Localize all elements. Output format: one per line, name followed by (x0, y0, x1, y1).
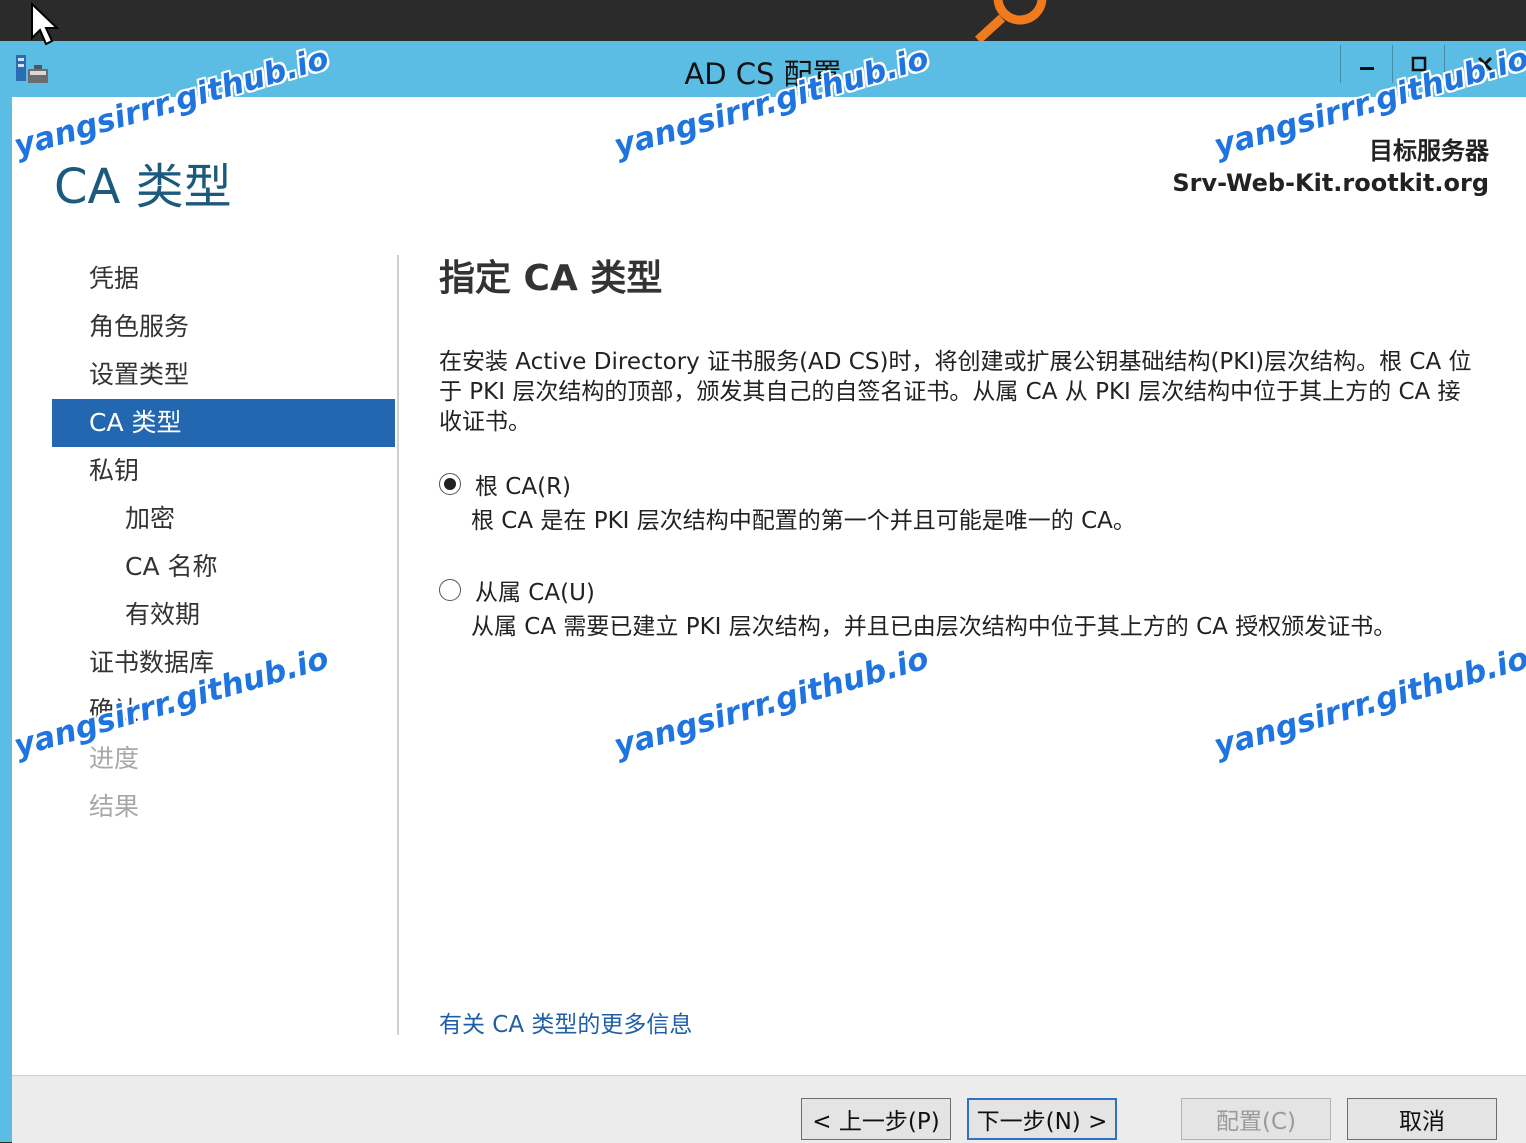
nav-item-credentials[interactable]: 凭据 (52, 255, 395, 303)
nav-item-role-services[interactable]: 角色服务 (52, 303, 395, 351)
nav-item-cryptography[interactable]: 加密 (52, 495, 395, 543)
ca-type-description: 在安装 Active Directory 证书服务(AD CS)时，将创建或扩展… (439, 349, 1472, 435)
nav-divider (397, 255, 399, 1035)
title-bar[interactable]: AD CS 配置 (0, 41, 1526, 97)
ad-cs-config-window: AD CS 配置 CA 类型 目标服务器 Srv-Web-Kit.rootkit… (0, 41, 1526, 1143)
radio-selected-dot (444, 478, 456, 490)
close-button[interactable] (1444, 45, 1525, 83)
nav-item-confirmation[interactable]: 确认 (52, 687, 395, 735)
minimize-button[interactable] (1340, 45, 1393, 83)
more-info-link[interactable]: 有关 CA 类型的更多信息 (439, 1005, 692, 1039)
subordinate-ca-option[interactable]: 从属 CA(U) (439, 573, 1499, 607)
maximize-icon (1411, 56, 1427, 72)
configure-button: 配置(C) (1181, 1098, 1331, 1140)
content-pane: 指定 CA 类型 在安装 Active Directory 证书服务(AD CS… (439, 255, 1499, 643)
nav-item-ca-type[interactable]: CA 类型 (52, 399, 395, 447)
minimize-icon (1360, 67, 1374, 70)
nav-item-ca-name[interactable]: CA 名称 (52, 543, 395, 591)
root-ca-option[interactable]: 根 CA(R) (439, 467, 1499, 501)
root-ca-label[interactable]: 根 CA(R) (475, 467, 571, 501)
search-icon (974, 0, 1047, 42)
subordinate-ca-description: 从属 CA 需要已建立 PKI 层次结构，并且已由层次结构中位于其上方的 CA … (471, 614, 1397, 640)
wizard-footer: < 上一步(P) 下一步(N) > 配置(C) 取消 (12, 1075, 1526, 1143)
root-ca-description: 根 CA 是在 PKI 层次结构中配置的第一个并且可能是唯一的 CA。 (471, 508, 1136, 534)
wizard-nav: 凭据 角色服务 设置类型 CA 类型 私钥 加密 CA 名称 有效期 证书数据库… (52, 255, 396, 831)
next-button[interactable]: 下一步(N) > (967, 1098, 1117, 1140)
nav-item-progress: 进度 (89, 744, 140, 773)
mouse-cursor-icon (31, 2, 60, 46)
nav-item-setup-type[interactable]: 设置类型 (52, 351, 395, 399)
nav-item-validity-period[interactable]: 有效期 (52, 591, 395, 639)
close-icon (1477, 56, 1493, 72)
nav-item-certificate-database[interactable]: 证书数据库 (52, 639, 395, 687)
nav-item-private-key[interactable]: 私钥 (52, 447, 395, 495)
target-server-name: Srv-Web-Kit.rootkit.org (1172, 169, 1489, 197)
nav-item-results: 结果 (89, 792, 140, 821)
root-ca-radio[interactable] (439, 473, 461, 495)
wizard-client-area: CA 类型 目标服务器 Srv-Web-Kit.rootkit.org 凭据 角… (12, 97, 1526, 1143)
cancel-button[interactable]: 取消 (1347, 1098, 1497, 1140)
subordinate-ca-label[interactable]: 从属 CA(U) (475, 573, 595, 607)
section-heading: 指定 CA 类型 (439, 258, 663, 299)
window-title: AD CS 配置 (684, 57, 842, 91)
desktop-background (0, 0, 1526, 42)
subordinate-ca-radio[interactable] (439, 579, 461, 601)
maximize-button[interactable] (1392, 45, 1445, 83)
page-title: CA 类型 (54, 159, 232, 215)
back-button[interactable]: < 上一步(P) (801, 1098, 951, 1140)
target-server-label: 目标服务器 (1369, 137, 1489, 165)
